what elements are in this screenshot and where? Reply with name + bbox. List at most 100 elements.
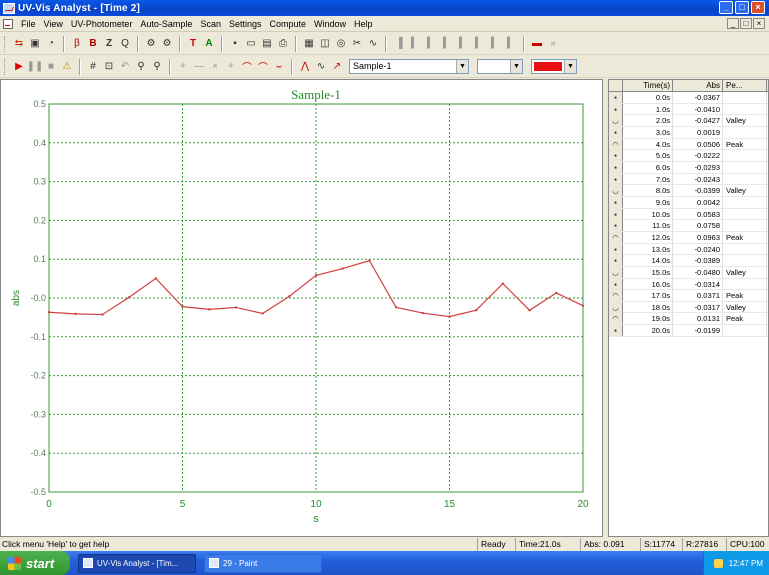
- data-point[interactable]: [368, 259, 371, 262]
- table-icon[interactable]: ▦: [302, 37, 316, 51]
- calibrate-icon[interactable]: Q: [118, 37, 132, 51]
- mdi-minimize-button[interactable]: _: [727, 18, 739, 29]
- menu-window[interactable]: Window: [310, 19, 350, 29]
- column-header-time[interactable]: Time(s): [623, 80, 673, 91]
- absorbance-chart[interactable]: 0.5 0.4 0.3 0.2 0.1 -0.0 -0.1 -0.2 -0.3 -0.4 -0.50…: [1, 80, 604, 538]
- table-row[interactable]: ▪ 13.0s -0.0240: [609, 243, 768, 256]
- peak-red-icon[interactable]: ⋀: [298, 60, 312, 74]
- table-row[interactable]: ▪ 11.0s 0.0758: [609, 220, 768, 232]
- table-row[interactable]: ▪ 16.0s -0.0314: [609, 278, 768, 291]
- menu-help[interactable]: Help: [350, 19, 377, 29]
- stop-icon[interactable]: ■: [44, 60, 58, 74]
- table-row[interactable]: ▪ 0.0s -0.0367: [609, 92, 768, 104]
- data-point[interactable]: [208, 308, 211, 311]
- row-marker-icon[interactable]: ▪: [609, 325, 623, 337]
- table-row[interactable]: ▪ 6.0s -0.0293: [609, 161, 768, 174]
- chart-icon[interactable]: ◫: [318, 37, 332, 51]
- sample-icon[interactable]: ⚙: [144, 37, 158, 51]
- play-icon[interactable]: ▶: [12, 60, 26, 74]
- align-bottom-icon[interactable]: ▍: [472, 37, 486, 51]
- taskbar-task-uv-vis[interactable]: UV-Vis Analyst - [Tim...: [78, 553, 196, 573]
- row-marker-icon[interactable]: ▪: [609, 196, 623, 208]
- chevron-down-icon[interactable]: ▼: [456, 60, 468, 73]
- chart-panel[interactable]: 0.5 0.4 0.3 0.2 0.1 -0.0 -0.1 -0.2 -0.3 -0.4 -0.5 0…: [0, 79, 603, 537]
- data-point[interactable]: [341, 267, 344, 270]
- zoom-in-icon[interactable]: ⚲: [134, 60, 148, 74]
- peak-find-icon[interactable]: ⌒: [240, 60, 254, 74]
- data-point[interactable]: [555, 291, 558, 295]
- save-icon[interactable]: ▪: [228, 37, 242, 51]
- derivative-icon[interactable]: ↗: [330, 60, 344, 74]
- more-icon[interactable]: »: [546, 37, 560, 51]
- data-point[interactable]: [314, 274, 318, 277]
- zoom-out-icon[interactable]: ⚲: [150, 60, 164, 74]
- valley-marker-icon[interactable]: ◡: [609, 115, 623, 127]
- menu-file[interactable]: File: [17, 19, 40, 29]
- row-marker-icon[interactable]: ▪: [609, 208, 623, 220]
- color-select[interactable]: ▼: [531, 59, 577, 74]
- data-point[interactable]: [101, 313, 104, 316]
- table-row[interactable]: ◡ 2.0s -0.0427 Valley: [609, 115, 768, 127]
- chevron-down-icon[interactable]: ▼: [510, 60, 522, 73]
- start-button[interactable]: start: [0, 551, 70, 575]
- instrument-icon[interactable]: ▣: [28, 37, 42, 51]
- row-marker-icon[interactable]: ▪: [609, 161, 623, 173]
- table-row[interactable]: ▪ 20.0s -0.0199: [609, 325, 768, 337]
- table-row[interactable]: ▪ 1.0s -0.0410: [609, 103, 768, 116]
- table-row[interactable]: ▪ 9.0s 0.0042: [609, 196, 768, 209]
- valley-icon[interactable]: ⌣: [272, 60, 286, 74]
- mdi-close-button[interactable]: ×: [753, 18, 765, 29]
- peak-marker-icon[interactable]: ◠: [609, 231, 623, 243]
- minimize-button[interactable]: _: [719, 1, 733, 14]
- bold-b-icon[interactable]: B: [86, 37, 100, 51]
- layout-icon[interactable]: ▬: [530, 37, 544, 51]
- table-row[interactable]: ◡ 8.0s -0.0399 Valley: [609, 185, 768, 197]
- menu-view[interactable]: View: [40, 19, 67, 29]
- data-point[interactable]: [154, 277, 157, 280]
- warning-icon[interactable]: ⚠: [60, 60, 74, 74]
- lamp-icon[interactable]: ◔: [44, 37, 58, 51]
- align-middle-icon[interactable]: ▍: [456, 37, 470, 51]
- data-point[interactable]: [261, 312, 264, 315]
- table-row[interactable]: ◠ 17.0s 0.0371 Peak: [609, 290, 768, 302]
- data-point[interactable]: [234, 306, 238, 309]
- peak-marker-icon[interactable]: ◠: [609, 290, 623, 302]
- peak-marker-icon[interactable]: ◠: [609, 138, 623, 150]
- table-row[interactable]: ▪ 3.0s 0.0019: [609, 126, 768, 139]
- data-point[interactable]: [74, 312, 77, 316]
- row-marker-icon[interactable]: ▪: [609, 173, 623, 185]
- valley-marker-icon[interactable]: ◡: [609, 266, 623, 278]
- trace-select[interactable]: ▼: [477, 59, 523, 74]
- add-marker-icon[interactable]: +: [224, 60, 238, 74]
- toolbar-grip[interactable]: [4, 35, 7, 52]
- column-header-peak[interactable]: Pe...: [723, 80, 767, 91]
- hline-icon[interactable]: —: [192, 60, 206, 74]
- clock[interactable]: 12:47 PM: [729, 559, 763, 568]
- align-left-icon[interactable]: ▐: [392, 37, 406, 51]
- valley-marker-icon[interactable]: ◡: [609, 185, 623, 197]
- undo-zoom-icon[interactable]: ↶: [118, 60, 132, 74]
- row-marker-icon[interactable]: ▪: [609, 92, 623, 103]
- menu-uv-photometer[interactable]: UV-Photometer: [67, 19, 137, 29]
- scan-icon[interactable]: ∿: [366, 37, 380, 51]
- align-top-icon[interactable]: ▍: [440, 37, 454, 51]
- zoom-fit-icon[interactable]: ⊡: [102, 60, 116, 74]
- zero-icon[interactable]: Z: [102, 37, 116, 51]
- table-row[interactable]: ◠ 12.0s 0.0963 Peak: [609, 231, 768, 244]
- document-icon[interactable]: [3, 18, 13, 29]
- distribute-v-icon[interactable]: ▍: [504, 37, 518, 51]
- table-row[interactable]: ◡ 18.0s -0.0317 Valley: [609, 301, 768, 314]
- row-marker-icon[interactable]: ▪: [609, 126, 623, 138]
- data-point[interactable]: [47, 311, 51, 314]
- toolbar-grip[interactable]: [4, 58, 7, 75]
- tools-icon[interactable]: ✂: [350, 37, 364, 51]
- tray-icon[interactable]: [713, 558, 723, 568]
- taskbar-task-paint[interactable]: 29 - Paint: [204, 553, 322, 573]
- table-row[interactable]: ◠ 4.0s 0.0506 Peak: [609, 138, 768, 151]
- title-bar[interactable]: UV-Vis Analyst - [Time 2] _ □ ×: [0, 0, 769, 16]
- text-green-icon[interactable]: A: [202, 37, 216, 51]
- data-point[interactable]: [127, 296, 131, 299]
- valley-marker-icon[interactable]: ◡: [609, 301, 623, 313]
- close-button[interactable]: ×: [751, 1, 765, 14]
- row-marker-icon[interactable]: ▪: [609, 220, 623, 232]
